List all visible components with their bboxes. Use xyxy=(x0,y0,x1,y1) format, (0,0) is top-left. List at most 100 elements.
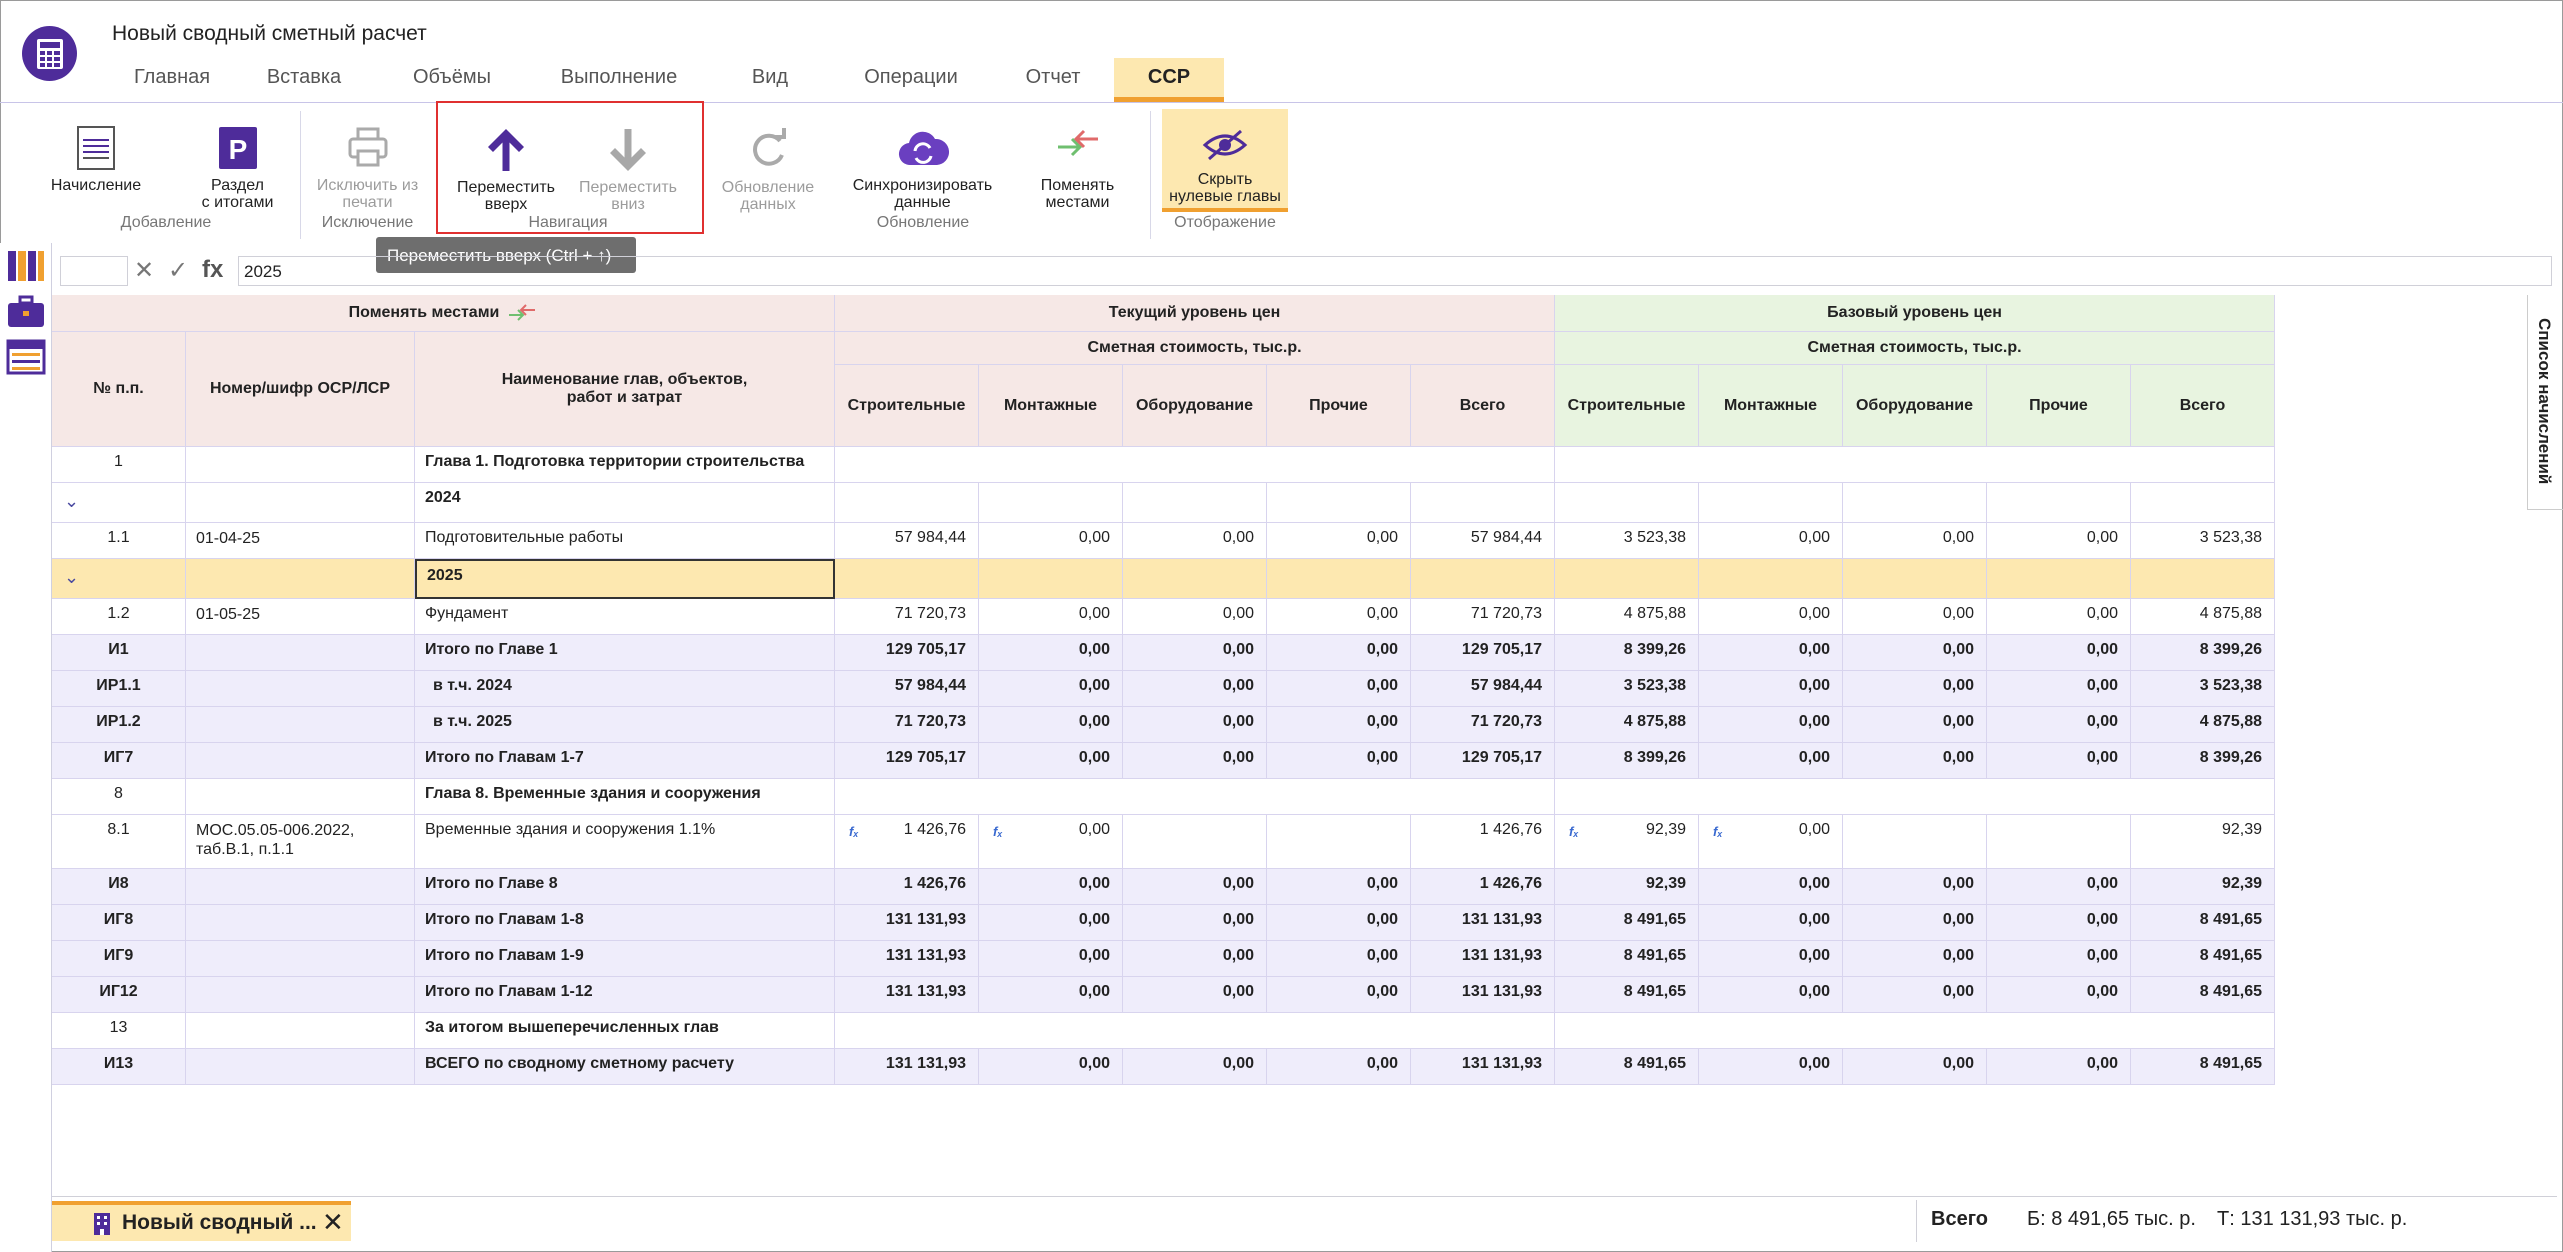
swap-places-header[interactable]: Поменять местами xyxy=(52,295,835,332)
row-no[interactable]: ⌄ xyxy=(52,559,186,599)
row-base-equipment[interactable]: 0,00 xyxy=(1843,977,1987,1013)
row-code[interactable] xyxy=(186,559,415,599)
row-cur-construction[interactable] xyxy=(835,483,979,523)
close-icon[interactable]: ✕ xyxy=(322,1207,344,1238)
row-cur-equipment[interactable] xyxy=(1123,815,1267,869)
row-cur-installation[interactable]: fₓ 0,00 xyxy=(979,815,1123,869)
books-icon[interactable] xyxy=(6,247,46,285)
row-base-total[interactable]: 4 875,88 xyxy=(2131,707,2275,743)
row-base-construction[interactable]: 8 399,26 xyxy=(1555,635,1699,671)
row-name[interactable]: Временные здания и сооружения 1.1% xyxy=(415,815,835,869)
row-cur-equipment[interactable]: 0,00 xyxy=(1123,671,1267,707)
row-cur-total[interactable]: 129 705,17 xyxy=(1411,635,1555,671)
row-code[interactable] xyxy=(186,905,415,941)
row-base-construction[interactable]: 8 491,65 xyxy=(1555,1049,1699,1085)
row-name[interactable]: Итого по Главам 1-9 xyxy=(415,941,835,977)
row-no[interactable]: ⌄ xyxy=(52,483,186,523)
row-cur-construction[interactable]: 129 705,17 xyxy=(835,635,979,671)
row-cur-total[interactable]: 131 131,93 xyxy=(1411,905,1555,941)
row-code[interactable] xyxy=(186,707,415,743)
row-no[interactable]: ИГ8 xyxy=(52,905,186,941)
row-base-total[interactable]: 3 523,38 xyxy=(2131,671,2275,707)
row-cur-installation[interactable]: 0,00 xyxy=(979,941,1123,977)
row-base-other[interactable]: 0,00 xyxy=(1987,599,2131,635)
row-cur-other[interactable]: 0,00 xyxy=(1267,671,1411,707)
row-base-other[interactable]: 0,00 xyxy=(1987,707,2131,743)
row-cur-equipment[interactable]: 0,00 xyxy=(1123,869,1267,905)
row-cur-installation[interactable]: 0,00 xyxy=(979,905,1123,941)
col-header-base-equipment[interactable]: Оборудование xyxy=(1843,365,1987,447)
row-base-equipment[interactable]: 0,00 xyxy=(1843,869,1987,905)
row-name[interactable]: Фундамент xyxy=(415,599,835,635)
row-no[interactable]: 1 xyxy=(52,447,186,483)
row-cur-installation[interactable]: 0,00 xyxy=(979,523,1123,559)
row-code[interactable] xyxy=(186,671,415,707)
chevron-down-icon[interactable]: ⌄ xyxy=(64,567,79,588)
row-code[interactable]: МОС.05.05-006.2022, таб.В.1, п.1.1 xyxy=(186,815,415,869)
row-code[interactable]: 01-05-25 xyxy=(186,599,415,635)
row-base-construction[interactable]: 3 523,38 xyxy=(1555,671,1699,707)
row-cur-total[interactable] xyxy=(1411,483,1555,523)
row-cur-installation[interactable]: 0,00 xyxy=(979,707,1123,743)
row-cur-equipment[interactable]: 0,00 xyxy=(1123,523,1267,559)
col-header-current-other[interactable]: Прочие xyxy=(1267,365,1411,447)
row-base-total[interactable] xyxy=(2131,483,2275,523)
fx-icon[interactable]: fx xyxy=(202,256,223,284)
row-base-other[interactable]: 0,00 xyxy=(1987,523,2131,559)
row-cur-total[interactable]: 1 426,76 xyxy=(1411,815,1555,869)
col-header-no[interactable]: № п.п. xyxy=(52,332,186,447)
row-name[interactable]: Глава 1. Подготовка территории строитель… xyxy=(415,447,835,483)
row-cur-total[interactable]: 131 131,93 xyxy=(1411,941,1555,977)
row-base-construction[interactable]: 4 875,88 xyxy=(1555,599,1699,635)
row-base-installation[interactable]: 0,00 xyxy=(1699,1049,1843,1085)
row-base-construction[interactable] xyxy=(1555,483,1699,523)
row-base-equipment[interactable]: 0,00 xyxy=(1843,905,1987,941)
row-cur-equipment[interactable] xyxy=(1123,559,1267,599)
sync-data-button[interactable]: Синхронизировать данные xyxy=(840,125,1005,211)
row-base-other[interactable] xyxy=(1987,559,2131,599)
row-cur-other[interactable]: 0,00 xyxy=(1267,905,1411,941)
cell-name-box[interactable] xyxy=(60,256,128,286)
accept-icon[interactable]: ✓ xyxy=(168,256,188,285)
row-name[interactable]: Итого по Главам 1-7 xyxy=(415,743,835,779)
row-no[interactable]: ИГ9 xyxy=(52,941,186,977)
col-header-base-construction[interactable]: Строительные xyxy=(1555,365,1699,447)
row-base-construction[interactable]: 8 491,65 xyxy=(1555,977,1699,1013)
row-base-equipment[interactable] xyxy=(1843,483,1987,523)
row-base-total[interactable]: 3 523,38 xyxy=(2131,523,2275,559)
row-base-total[interactable] xyxy=(2131,559,2275,599)
row-cur-construction[interactable]: 71 720,73 xyxy=(835,707,979,743)
row-cur-installation[interactable]: 0,00 xyxy=(979,635,1123,671)
row-cur-construction[interactable]: 57 984,44 xyxy=(835,671,979,707)
row-base-construction[interactable]: 8 491,65 xyxy=(1555,941,1699,977)
row-base-construction[interactable]: 92,39 xyxy=(1555,869,1699,905)
row-cur-other[interactable]: 0,00 xyxy=(1267,977,1411,1013)
tab-insert[interactable]: Вставка xyxy=(232,58,376,102)
col-header-base-installation[interactable]: Монтажные xyxy=(1699,365,1843,447)
row-cur-total[interactable]: 129 705,17 xyxy=(1411,743,1555,779)
row-base-total[interactable]: 8 491,65 xyxy=(2131,977,2275,1013)
row-cur-equipment[interactable]: 0,00 xyxy=(1123,743,1267,779)
row-no[interactable]: И8 xyxy=(52,869,186,905)
row-cur-equipment[interactable]: 0,00 xyxy=(1123,977,1267,1013)
col-header-code[interactable]: Номер/шифр ОСР/ЛСР xyxy=(186,332,415,447)
row-code[interactable] xyxy=(186,635,415,671)
row-cur-other[interactable]: 0,00 xyxy=(1267,869,1411,905)
row-base-equipment[interactable]: 0,00 xyxy=(1843,671,1987,707)
row-code[interactable] xyxy=(186,1049,415,1085)
row-base-equipment[interactable] xyxy=(1843,559,1987,599)
row-base-other[interactable] xyxy=(1987,483,2131,523)
row-cur-construction[interactable]: 71 720,73 xyxy=(835,599,979,635)
row-base-total[interactable]: 92,39 xyxy=(2131,869,2275,905)
row-base-installation[interactable]: fₓ 0,00 xyxy=(1699,815,1843,869)
row-base-other[interactable]: 0,00 xyxy=(1987,941,2131,977)
row-cur-equipment[interactable]: 0,00 xyxy=(1123,635,1267,671)
row-base-installation[interactable]: 0,00 xyxy=(1699,671,1843,707)
row-cur-construction[interactable]: 131 131,93 xyxy=(835,977,979,1013)
row-cur-installation[interactable]: 0,00 xyxy=(979,599,1123,635)
row-base-construction[interactable]: 3 523,38 xyxy=(1555,523,1699,559)
tab-operations[interactable]: Операции xyxy=(830,58,992,102)
row-name[interactable]: 2024 xyxy=(415,483,835,523)
row-base-installation[interactable]: 0,00 xyxy=(1699,869,1843,905)
col-header-base-total[interactable]: Всего xyxy=(2131,365,2275,447)
